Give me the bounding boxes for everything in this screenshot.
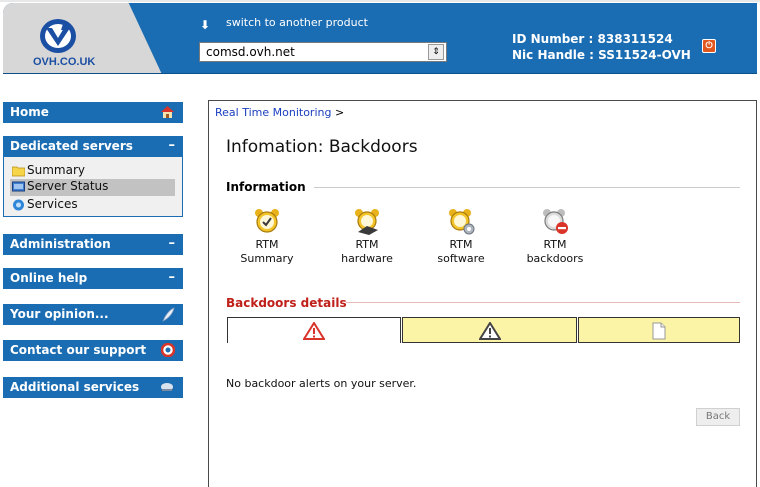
sidebar-administration-label: Administration bbox=[10, 237, 111, 251]
sidebar-contact-label: Contact our support bbox=[10, 343, 147, 357]
services-globe-icon bbox=[13, 199, 24, 211]
id-number-value: 838311524 bbox=[597, 32, 673, 46]
sidebar-item-dedicated-servers[interactable]: Dedicated servers – bbox=[3, 136, 183, 157]
feather-icon bbox=[162, 307, 175, 322]
nic-handle-value: SS11524-OVH bbox=[598, 48, 691, 62]
rtm-software-line2: software bbox=[437, 252, 485, 265]
no-alerts-message: No backdoor alerts on your server. bbox=[226, 377, 417, 390]
main-panel: Real Time Monitoring > Infomation: Backd… bbox=[208, 100, 757, 487]
monitor-icon bbox=[12, 181, 25, 192]
breadcrumb: Real Time Monitoring > bbox=[215, 106, 344, 119]
lifebuoy-icon bbox=[161, 343, 175, 357]
backdoors-details-heading: Backdoors details bbox=[226, 296, 347, 310]
rtm-backdoors-line1: RTM bbox=[543, 238, 567, 251]
collapse-online-help-icon[interactable]: – bbox=[169, 270, 176, 285]
tab-warning-alerts[interactable] bbox=[402, 317, 577, 343]
rtm-summary-line1: RTM bbox=[255, 238, 279, 251]
alarm-clock-backdoors-icon bbox=[543, 209, 568, 234]
rtm-summary-line2: Summary bbox=[240, 252, 294, 265]
account-info: ID Number : 838311524 Nic Handle : SS115… bbox=[512, 31, 691, 63]
ovh-logo-icon[interactable] bbox=[33, 16, 83, 56]
sidebar-online-help-label: Online help bbox=[10, 271, 88, 285]
sidebar-services-label: Services bbox=[27, 197, 78, 211]
window-top-edge bbox=[0, 0, 760, 2]
sidebar-home-label: Home bbox=[10, 105, 49, 119]
breadcrumb-separator: > bbox=[334, 106, 345, 119]
warning-red-icon bbox=[303, 322, 325, 340]
sidebar-opinion-label: Your opinion... bbox=[10, 307, 109, 321]
sidebar-item-additional-services[interactable]: Additional services bbox=[3, 377, 183, 398]
tab-info-alerts[interactable] bbox=[578, 317, 740, 343]
rtm-software-link[interactable]: RTM software bbox=[426, 206, 496, 266]
dedicated-servers-submenu: Summary Server Status Services bbox=[3, 157, 183, 217]
rtm-hardware-link[interactable]: RTM hardware bbox=[332, 206, 402, 266]
rtm-summary-link[interactable]: RTM Summary bbox=[232, 206, 302, 266]
sidebar-item-contact-support[interactable]: Contact our support bbox=[3, 340, 183, 361]
id-number-label: ID Number : bbox=[512, 32, 594, 46]
breadcrumb-link-rtm[interactable]: Real Time Monitoring bbox=[215, 106, 331, 119]
folder-icon bbox=[12, 166, 25, 177]
logo-text[interactable]: OVH.CO.UK bbox=[33, 56, 95, 68]
sidebar-server-status-label: Server Status bbox=[27, 179, 109, 193]
details-divider bbox=[346, 302, 740, 303]
sidebar-item-server-status[interactable]: Server Status bbox=[10, 179, 175, 196]
select-arrows-icon: ⇕ bbox=[428, 44, 444, 60]
product-select[interactable]: comsd.ovh.net ⇕ bbox=[199, 42, 447, 62]
switch-product-label: switch to another product bbox=[226, 16, 368, 29]
alarm-clock-software-icon bbox=[449, 209, 475, 235]
sidebar-item-services[interactable]: Services bbox=[10, 197, 175, 214]
rtm-hardware-line2: hardware bbox=[341, 252, 393, 265]
back-button[interactable]: Back bbox=[696, 408, 740, 426]
tab-critical-alerts[interactable] bbox=[227, 317, 401, 343]
collapse-dedicated-icon[interactable]: – bbox=[169, 138, 176, 153]
information-heading: Information bbox=[226, 180, 306, 194]
switch-arrow-icon: ⬇ bbox=[200, 18, 211, 32]
sidebar-dedicated-label: Dedicated servers bbox=[10, 139, 133, 153]
sidebar-item-your-opinion[interactable]: Your opinion... bbox=[3, 304, 183, 325]
sidebar-item-online-help[interactable]: Online help – bbox=[3, 268, 183, 289]
rtm-backdoors-line2: backdoors bbox=[526, 252, 584, 265]
sidebar-item-home[interactable]: Home bbox=[3, 102, 183, 123]
sidebar-summary-label: Summary bbox=[27, 163, 85, 177]
rtm-software-line1: RTM bbox=[449, 238, 473, 251]
rtm-hardware-line1: RTM bbox=[355, 238, 379, 251]
sidebar-item-summary[interactable]: Summary bbox=[10, 163, 175, 180]
nic-handle-label: Nic Handle : bbox=[512, 48, 594, 62]
page-title: Infomation: Backdoors bbox=[226, 137, 418, 157]
product-select-value: comsd.ovh.net bbox=[206, 45, 295, 59]
warning-dark-icon bbox=[478, 322, 501, 340]
logout-power-icon[interactable]: ⏻ bbox=[702, 39, 716, 53]
document-icon bbox=[652, 322, 666, 340]
cloud-cart-icon bbox=[161, 383, 173, 391]
information-divider bbox=[314, 187, 740, 188]
header-bar: OVH.CO.UK ⬇ switch to another product co… bbox=[3, 3, 757, 74]
house-icon bbox=[161, 106, 174, 118]
sidebar-item-administration[interactable]: Administration – bbox=[3, 234, 183, 255]
alarm-clock-icon bbox=[255, 209, 279, 233]
sidebar-additional-label: Additional services bbox=[10, 380, 140, 394]
collapse-administration-icon[interactable]: – bbox=[169, 236, 176, 251]
rtm-backdoors-link[interactable]: RTM backdoors bbox=[520, 206, 590, 266]
alarm-clock-hardware-icon bbox=[355, 209, 379, 235]
